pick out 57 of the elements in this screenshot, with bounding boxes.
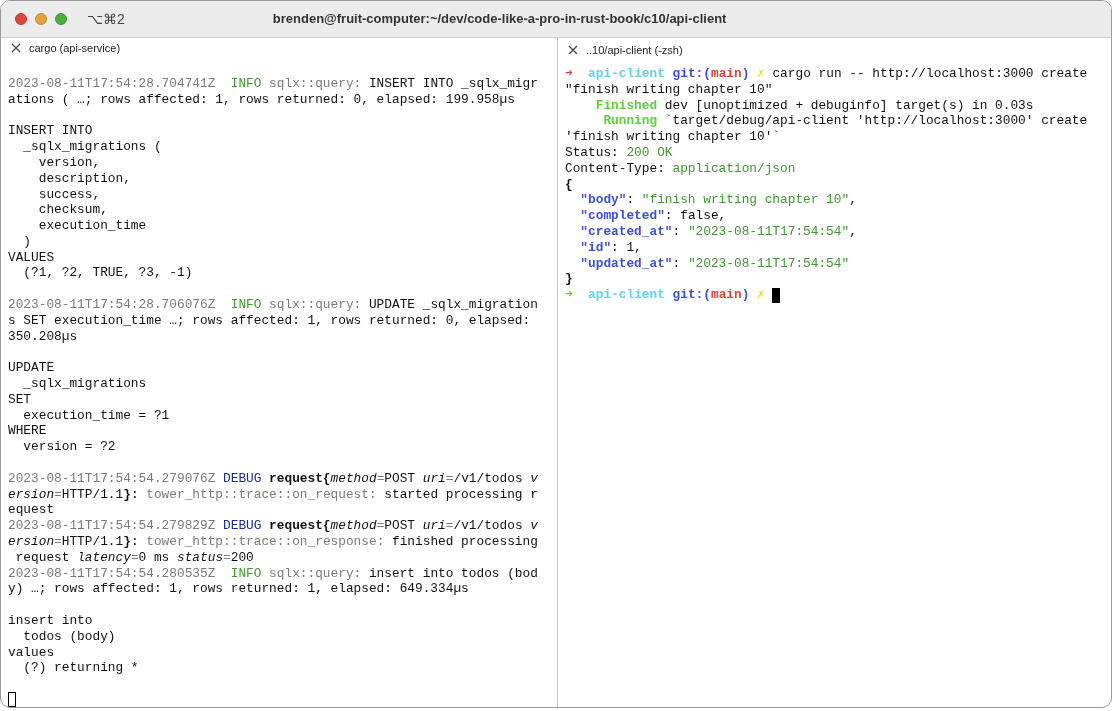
terminal-line: SET bbox=[8, 391, 32, 408]
tab-title: ..10/api-client (-zsh) bbox=[586, 42, 683, 58]
terminal-line: WHERE bbox=[8, 423, 47, 440]
terminal-line: "updated_at": "2023-08-11T17:54:54" bbox=[579, 255, 850, 272]
terminal-line: todos (body) bbox=[22, 628, 116, 645]
window-title: brenden@fruit-computer:~/dev/code-like-a-pro-in-rust-book/c10/api-client bbox=[272, 10, 727, 29]
terminal-line: _sqlx_migrations bbox=[22, 376, 147, 392]
terminal-line: Content-Type: application/json bbox=[565, 160, 796, 177]
terminal-line: 2023-08-11T17:54:54.280535Z INFO sqlx::query: insert into todos (bod bbox=[8, 565, 538, 582]
terminal-line: 350.208µs bbox=[8, 328, 78, 345]
terminal-line: s SET execution_time …; rows affected: 1, rows returned: 0, elapsed: bbox=[8, 312, 531, 329]
minimize-button[interactable] bbox=[35, 13, 47, 25]
terminal-line: description, bbox=[37, 170, 131, 187]
terminal-line: INSERT INTO bbox=[8, 123, 93, 140]
terminal-line: UPDATE bbox=[8, 360, 55, 377]
tab-shortcut: ⌥⌘2 bbox=[87, 9, 125, 29]
terminal-line: { bbox=[565, 176, 573, 193]
terminal-line: VALUES bbox=[8, 249, 55, 266]
terminal-line: 'finish writing chapter 10'` bbox=[565, 129, 781, 145]
terminal-line: (?) returning * bbox=[22, 660, 139, 677]
zoom-button[interactable] bbox=[55, 13, 67, 25]
close-window-button[interactable] bbox=[15, 13, 27, 25]
terminal-line: "finish writing chapter 10" bbox=[565, 81, 773, 98]
terminal-line: success, bbox=[37, 186, 101, 203]
terminal-line: ersion=HTTP/1.1}: tower_http::trace::on_request: started processing r bbox=[8, 486, 538, 503]
terminal-line: ations ( …; rows affected: 1, rows returned: 0, elapsed: 199.958µs bbox=[8, 91, 515, 108]
terminal-line: version, bbox=[37, 154, 101, 171]
terminal-line: Status: 200 OK bbox=[565, 145, 673, 161]
terminal-line: "id": 1, bbox=[579, 239, 642, 256]
terminal-line: _sqlx_migrations ( bbox=[22, 139, 162, 155]
terminal-line: ersion=HTTP/1.1}: tower_http::trace::on_response: finished processing bbox=[8, 534, 538, 550]
tab-title: cargo (api-service) bbox=[29, 40, 121, 56]
terminal-line: 2023-08-11T17:54:54.279076Z DEBUG request{method=POST uri=/v1/todos v bbox=[8, 470, 538, 487]
terminal-line: checksum, bbox=[37, 202, 108, 219]
terminal-line: request latency=0 ms status=200 bbox=[14, 549, 254, 566]
close-icon[interactable] bbox=[11, 42, 21, 53]
terminal-line: 2023-08-11T17:54:54.279829Z DEBUG request{method=POST uri=/v1/todos v bbox=[8, 518, 538, 535]
close-icon[interactable] bbox=[568, 45, 578, 55]
terminal-line: Finished dev [unoptimized + debuginfo] target(s) in 0.03s bbox=[594, 97, 1034, 114]
terminal-line: values bbox=[8, 644, 55, 661]
terminal-line: insert into bbox=[8, 613, 93, 629]
terminal-line: equest bbox=[8, 502, 55, 519]
terminal-line: (?1, ?2, TRUE, ?3, -1) bbox=[22, 265, 193, 282]
terminal-line: "completed": false, bbox=[579, 208, 727, 224]
terminal-line: Running `target/debug/api-client 'http://localhost:3000' create bbox=[602, 113, 1088, 130]
terminal-line: } bbox=[565, 271, 573, 288]
terminal-line: execution_time = ?1 bbox=[22, 407, 170, 424]
terminal-line: ) bbox=[22, 233, 32, 250]
terminal-line: y) …; rows affected: 1, rows returned: 1, elapsed: 649.334µs bbox=[8, 581, 469, 598]
terminal-line: "created_at": "2023-08-11T17:54:54", bbox=[579, 223, 857, 240]
terminal-line: version = ?2 bbox=[22, 439, 116, 456]
terminal-line: ➜ api-client git:(main) ✗ bbox=[565, 287, 766, 303]
terminal-line: ➜ api-client git:(main) ✗ cargo run -- http://localhost:3000 create bbox=[565, 66, 1088, 82]
terminal-line: execution_time bbox=[37, 218, 147, 234]
terminal-line: 2023-08-11T17:54:28.706076Z INFO sqlx::query: UPDATE _sqlx_migration bbox=[8, 297, 538, 313]
terminal-line: "body": "finish writing chapter 10", bbox=[579, 192, 857, 209]
terminal-line: 2023-08-11T17:54:28.704741Z INFO sqlx::query: INSERT INTO _sqlx_migr bbox=[8, 75, 538, 92]
